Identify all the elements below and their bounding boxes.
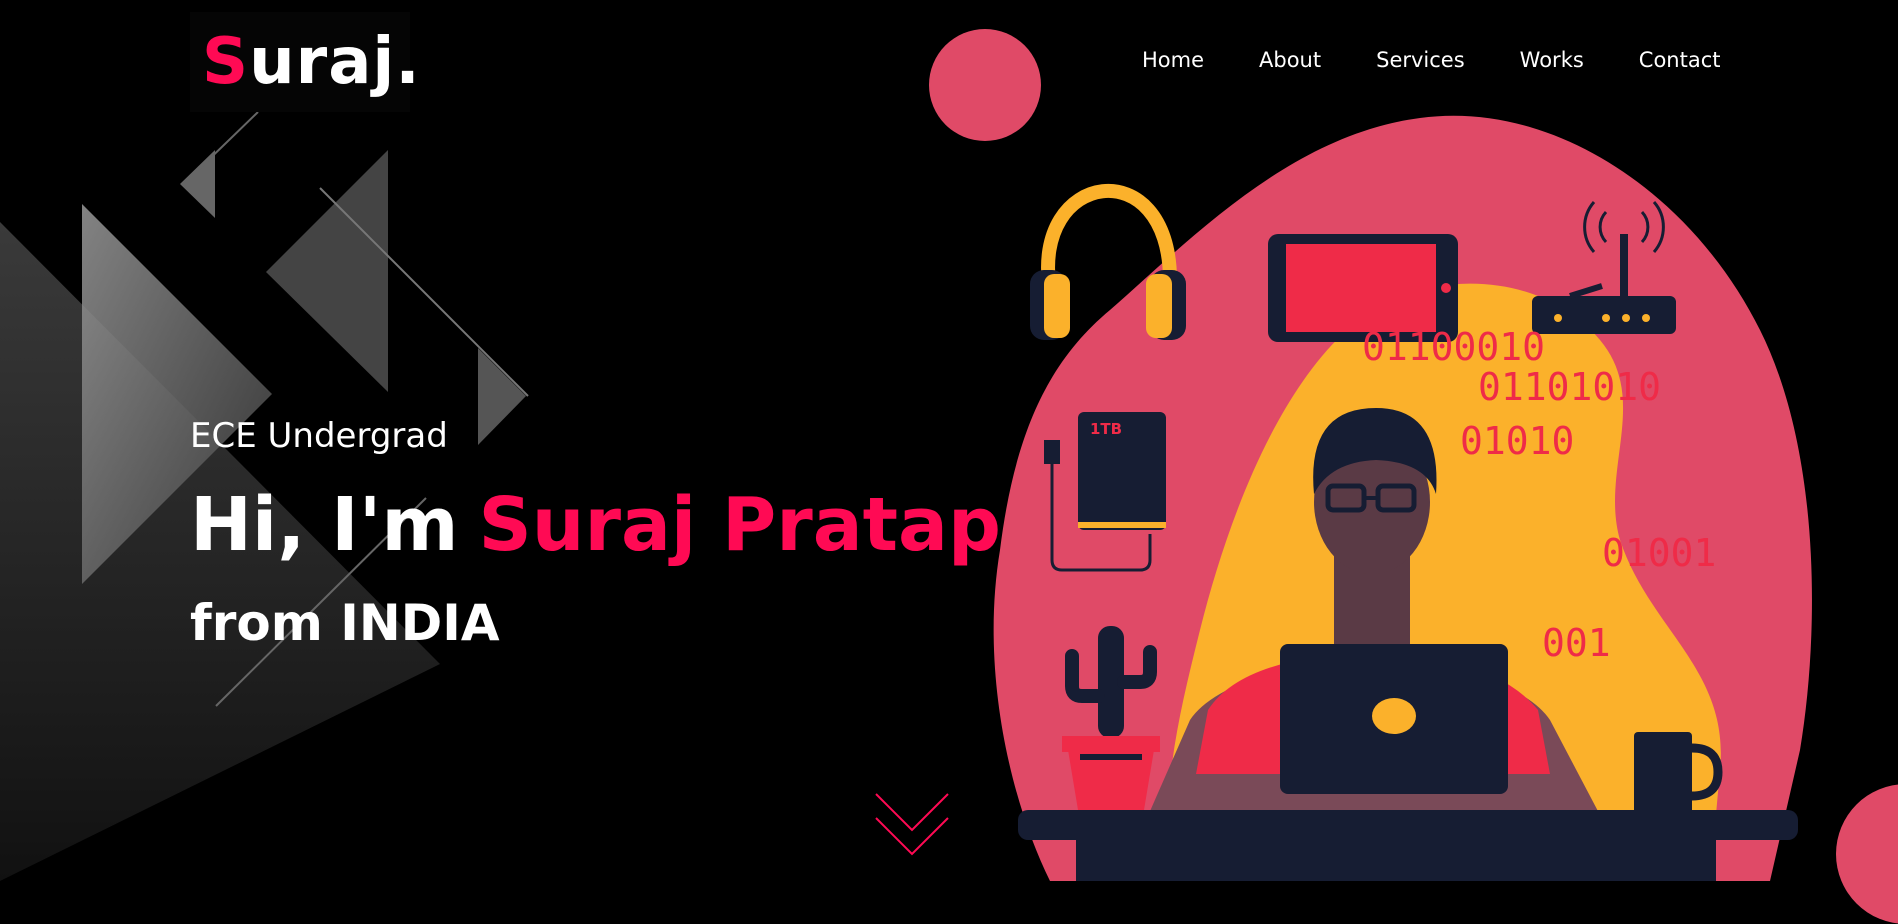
hero-subtitle: ECE Undergrad bbox=[190, 416, 448, 456]
logo-first-letter: S bbox=[202, 25, 250, 99]
drive-label: 1TB bbox=[1090, 420, 1122, 438]
hero-location: from INDIA bbox=[190, 594, 500, 652]
hero-greeting: Hi, I'm bbox=[190, 482, 459, 568]
hero-headline: Hi, I'm Suraj Pratap... bbox=[190, 482, 1092, 568]
nav-home[interactable]: Home bbox=[1142, 48, 1204, 72]
site-logo[interactable]: Suraj. bbox=[190, 12, 420, 112]
nav-works[interactable]: Works bbox=[1520, 48, 1584, 72]
main-nav: Home About Services Works Contact bbox=[1142, 48, 1721, 72]
hero-illustration: 01100010 01101010 01010 01001 001 1TB bbox=[993, 115, 1812, 881]
scroll-down-chevron-icon[interactable] bbox=[872, 790, 952, 860]
binary-line-3: 01010 bbox=[1460, 419, 1574, 463]
logo-text: uraj. bbox=[249, 25, 421, 99]
nav-contact[interactable]: Contact bbox=[1639, 48, 1721, 72]
nav-about[interactable]: About bbox=[1259, 48, 1321, 72]
binary-line-5: 001 bbox=[1542, 621, 1611, 665]
binary-line-4: 01001 bbox=[1602, 531, 1716, 575]
decorative-circle-corner bbox=[1836, 784, 1898, 924]
desk-illustration bbox=[1018, 810, 1798, 881]
nav-services[interactable]: Services bbox=[1376, 48, 1465, 72]
binary-line-1: 01100010 bbox=[1362, 325, 1545, 369]
binary-line-2: 01101010 bbox=[1478, 365, 1661, 409]
